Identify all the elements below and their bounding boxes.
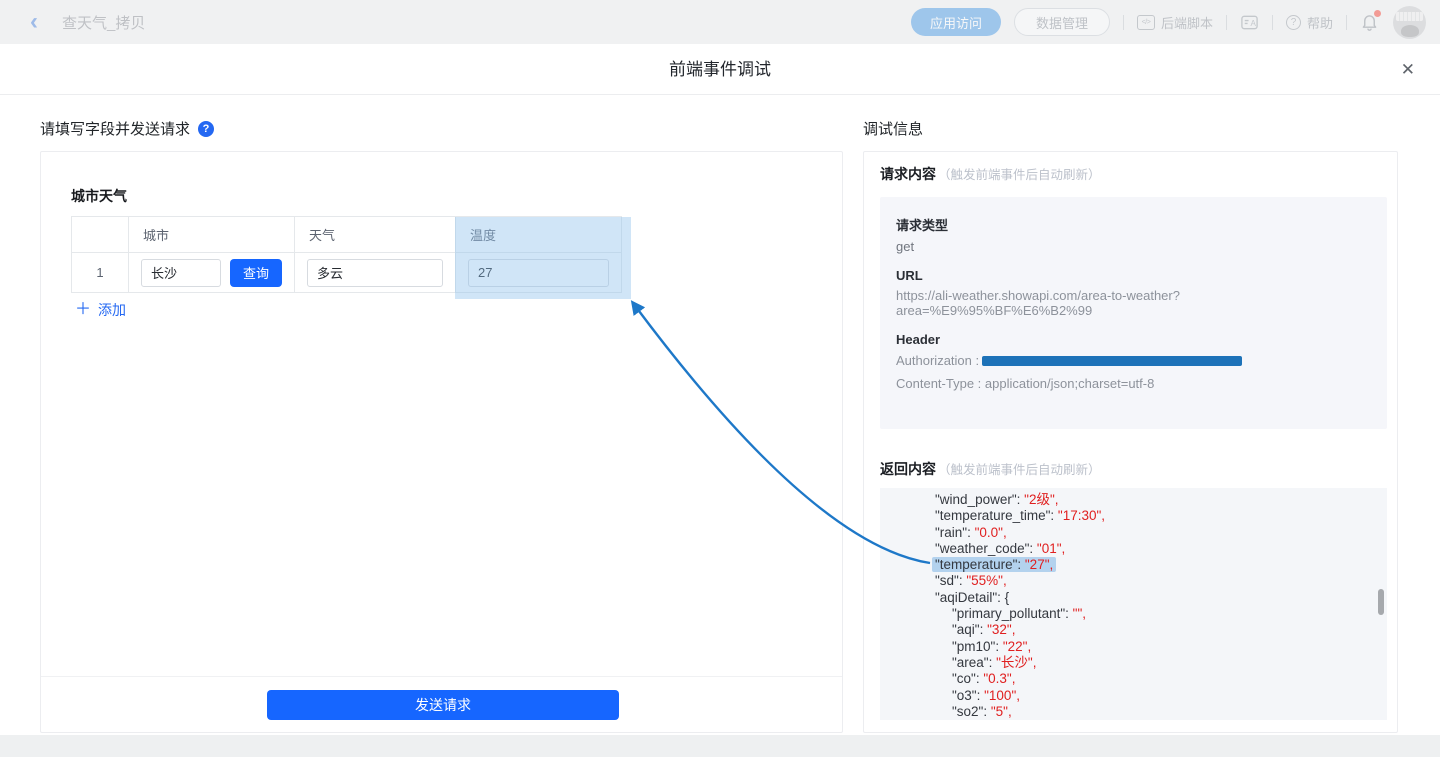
help-label: 帮助 <box>1307 13 1333 32</box>
request-type-value: get <box>896 239 1371 254</box>
code-line: "aqi": "32", <box>880 622 1387 638</box>
authorization-label: Authorization : <box>896 353 979 368</box>
debug-panel-title: 调试信息 <box>863 118 923 139</box>
form-panel-title-row: 请填写字段并发送请求 ? <box>40 118 214 139</box>
response-title: 返回内容 <box>880 459 936 479</box>
code-line: "wind_power": "2级", <box>880 492 1387 508</box>
city-weather-table: 城市 天气 温度 1 查询 <box>71 216 622 293</box>
translate-icon[interactable]: A <box>1240 13 1259 32</box>
request-note: （触发前端事件后自动刷新） <box>938 164 1101 183</box>
code-icon: </> <box>1137 15 1155 30</box>
authorization-token-redacted-bar <box>982 356 1242 366</box>
url-value: https://ali-weather.showapi.com/area-to-… <box>896 288 1371 318</box>
debug-panel-title-row: 调试信息 <box>863 118 923 139</box>
url-label: URL <box>896 268 1371 283</box>
notification-bell-icon[interactable] <box>1360 12 1380 32</box>
modal-title: 前端事件调试 <box>0 44 1440 95</box>
question-icon: ? <box>1286 15 1301 30</box>
notification-dot <box>1374 10 1381 17</box>
weather-input[interactable] <box>307 259 443 287</box>
header-index <box>72 217 129 253</box>
send-request-button[interactable]: 发送请求 <box>267 690 619 720</box>
authorization-row: Authorization : <box>896 353 1371 368</box>
topbar: ‹ 查天气_拷贝 应用访问 数据管理 </> 后端脚本 A <box>0 0 1440 44</box>
response-section-header: 返回内容 （触发前端事件后自动刷新） <box>880 459 1101 479</box>
row-index: 1 <box>72 253 129 293</box>
add-label: 添加 <box>98 300 126 320</box>
avatar[interactable] <box>1393 6 1426 39</box>
add-row-button[interactable]: ＋ 添加 <box>75 300 126 320</box>
plus-icon: ＋ <box>75 302 91 318</box>
code-line: "rain": "0.0", <box>880 525 1387 541</box>
backend-script-button[interactable]: </> 后端脚本 <box>1137 13 1213 32</box>
city-input[interactable] <box>141 259 221 287</box>
divider <box>1346 15 1347 30</box>
table-title: 城市天气 <box>71 186 127 206</box>
request-info-box: 请求类型 get URL https://ali-weather.showapi… <box>880 197 1387 429</box>
divider <box>1226 15 1227 30</box>
data-manage-button[interactable]: 数据管理 <box>1014 8 1110 36</box>
query-button[interactable]: 查询 <box>230 259 282 287</box>
close-icon[interactable]: ✕ <box>1401 44 1415 95</box>
header-weather: 天气 <box>295 217 456 253</box>
modal-header: 前端事件调试 ✕ <box>0 44 1440 95</box>
code-line: "temperature": "27", <box>880 557 1387 573</box>
header-temperature: 温度 <box>456 217 622 253</box>
code-line: "area": "长沙", <box>880 655 1387 671</box>
form-panel-title: 请填写字段并发送请求 <box>40 118 190 139</box>
header-city: 城市 <box>129 217 295 253</box>
temperature-input[interactable] <box>468 259 609 287</box>
code-line: "o3": "100", <box>880 688 1387 704</box>
response-note: （触发前端事件后自动刷新） <box>938 459 1101 478</box>
table-header-row: 城市 天气 温度 <box>72 217 622 253</box>
back-icon[interactable]: ‹ <box>30 2 38 42</box>
code-line: "pm10": "22", <box>880 639 1387 655</box>
content-type-value: Content-Type : application/json;charset=… <box>896 376 1371 391</box>
code-line: "sd": "55%", <box>880 573 1387 589</box>
help-button[interactable]: ? 帮助 <box>1286 13 1333 32</box>
divider <box>41 676 842 677</box>
code-line: "weather_code": "01", <box>880 541 1387 557</box>
code-line: "co": "0.3", <box>880 671 1387 687</box>
request-section-header: 请求内容 （触发前端事件后自动刷新） <box>880 164 1101 184</box>
divider <box>1272 15 1273 30</box>
help-circle-icon[interactable]: ? <box>198 121 214 137</box>
divider <box>1123 15 1124 30</box>
code-line: "temperature_time": "17:30", <box>880 508 1387 524</box>
header-label: Header <box>896 332 1371 347</box>
code-line: "aqiDetail": { <box>880 590 1387 606</box>
request-type-label: 请求类型 <box>896 215 1371 234</box>
backend-script-label: 后端脚本 <box>1161 13 1213 32</box>
table-row: 1 查询 <box>72 253 622 293</box>
app-access-button[interactable]: 应用访问 <box>911 8 1001 36</box>
response-json: "wind_power": "2级","temperature_time": "… <box>880 488 1387 720</box>
debug-card: 请求内容 （触发前端事件后自动刷新） 请求类型 get URL https://… <box>863 151 1398 733</box>
code-line: "so2": "5", <box>880 704 1387 720</box>
scrollbar-thumb[interactable] <box>1378 589 1384 615</box>
form-card: 城市天气 城市 天气 温度 1 查询 <box>40 151 843 733</box>
svg-text:A: A <box>1250 18 1256 27</box>
code-line: "primary_pollutant": "", <box>880 606 1387 622</box>
request-title: 请求内容 <box>880 164 936 184</box>
app-canvas: ‹ 查天气_拷贝 应用访问 数据管理 </> 后端脚本 A <box>0 0 1440 757</box>
app-title: 查天气_拷贝 <box>62 12 145 33</box>
